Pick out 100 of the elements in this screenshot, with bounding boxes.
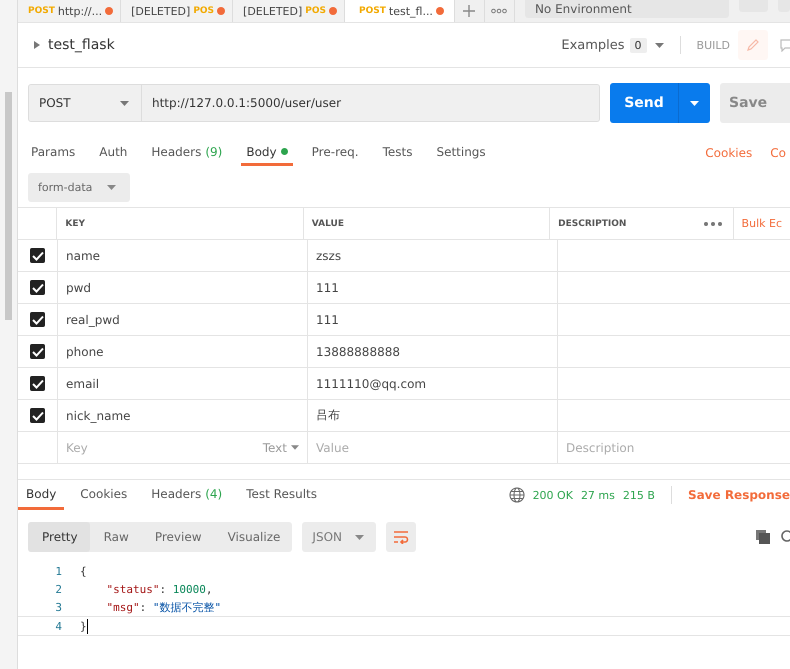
examples-label[interactable]: Examples [561, 38, 625, 52]
tab-title: [DELETED] [131, 4, 190, 18]
unsaved-dot-icon [329, 7, 338, 15]
more-icon[interactable] [704, 222, 722, 226]
wrap-button[interactable] [386, 522, 416, 552]
table-cell: 吕布 [308, 400, 558, 431]
line-number: 2 [54, 582, 63, 596]
count-label: (4) [205, 486, 222, 500]
line-number: 1 [54, 564, 63, 578]
pencil-icon [746, 38, 760, 52]
tab-label: Test Results [246, 486, 318, 500]
checkbox[interactable] [30, 376, 45, 391]
send-button[interactable]: Send [610, 83, 678, 123]
tab-title: test_fl... [388, 4, 433, 18]
examples-count: 0 [630, 38, 647, 52]
table-cell: 111 [308, 272, 558, 303]
method-label: POST [359, 6, 386, 16]
code-line: } [80, 618, 88, 634]
table-cell: 13888888888 [308, 336, 558, 367]
line-number: 4 [54, 620, 63, 632]
request-section-tab[interactable]: Tests [378, 140, 418, 166]
url-field[interactable]: http://127.0.0.1:5000/user/user [142, 84, 600, 122]
tab-label: Tests [382, 144, 412, 158]
expand-caret-icon[interactable] [34, 41, 40, 49]
tab-label: Body [26, 486, 56, 500]
table-cell: zszs [308, 240, 558, 271]
table-cell: pwd [58, 272, 308, 303]
caret-icon [355, 534, 364, 540]
request-tab[interactable]: POST test_fl... [345, 0, 455, 22]
count-label: (9) [205, 144, 222, 158]
more-icon [491, 8, 508, 14]
response-tab[interactable]: Test Results [238, 480, 326, 510]
response-size: 215 B [622, 488, 655, 502]
caret-icon [690, 100, 699, 106]
caret-icon [120, 100, 129, 106]
method-label: POS [305, 6, 326, 16]
request-section-tab[interactable]: Params [26, 140, 80, 166]
checkbox[interactable] [30, 248, 45, 263]
tab-label: Params [31, 144, 76, 158]
body-type-dropdown[interactable]: form-data [28, 173, 130, 202]
tab-label: Settings [436, 144, 486, 158]
column-header: VALUE [304, 208, 550, 239]
response-tab[interactable]: Cookies [72, 480, 136, 510]
checkbox[interactable] [30, 344, 45, 359]
copy-icon[interactable] [756, 530, 770, 544]
unsaved-dot-icon [217, 7, 226, 15]
view-mode-tab[interactable]: Raw [90, 522, 141, 552]
request-section-tab[interactable]: Headers (9) [146, 140, 228, 166]
unsaved-dot-icon [436, 7, 444, 15]
line-number: 3 [54, 600, 63, 614]
method-label: POST [28, 6, 55, 16]
column-header: DESCRIPTION [557, 218, 628, 230]
tab-label: Body [246, 144, 277, 158]
environment-dropdown[interactable]: No Environment [524, 0, 729, 18]
caret-icon[interactable] [291, 445, 299, 450]
response-tab[interactable]: Body [18, 480, 64, 510]
tab-label: Cookies [80, 486, 128, 500]
view-mode-tab[interactable]: Visualize [214, 522, 292, 552]
request-section-tab[interactable]: Settings [431, 140, 491, 166]
scrollbar-thumb[interactable] [5, 92, 12, 320]
tab-label: Headers [151, 486, 202, 500]
table-cell: name [58, 240, 308, 271]
tab-title: [DELETED] [243, 4, 302, 18]
caret-icon [107, 185, 116, 190]
view-mode-tab[interactable]: Preview [140, 522, 214, 552]
code-line: "msg": "数据不完整" [106, 600, 222, 614]
unsaved-dot-icon [105, 7, 114, 15]
checkbox[interactable] [30, 312, 45, 327]
plus-icon [462, 4, 476, 18]
code-line: "status": 10000, [106, 582, 212, 596]
caret-icon[interactable] [654, 42, 664, 48]
table-cell: email [58, 368, 308, 399]
table-cell: phone [58, 336, 308, 367]
request-section-tab[interactable]: Pre-req. [306, 140, 364, 166]
send-options-button[interactable] [678, 83, 710, 123]
request-section-tab[interactable]: Body [241, 140, 293, 166]
status-code: 200 OK [532, 488, 573, 502]
tab-label: Auth [99, 144, 128, 158]
response-time: 27 ms [580, 488, 615, 502]
request-name: test_flask [48, 37, 115, 53]
code-line: { [80, 564, 87, 578]
wrap-lines-icon [393, 530, 410, 544]
search-icon[interactable] [780, 530, 790, 544]
view-mode-tab[interactable]: Pretty [28, 522, 90, 552]
table-cell: 1111110@qq.com [308, 368, 558, 399]
table-cell: 111 [308, 304, 558, 335]
tab-label: Pre-req. [312, 144, 359, 158]
globe-icon[interactable] [508, 487, 525, 503]
request-section-tab[interactable]: Auth [94, 140, 132, 166]
checkbox[interactable] [30, 408, 45, 423]
format-dropdown[interactable]: JSON [302, 522, 376, 552]
table-cell: nick_name [58, 400, 308, 431]
tab-title: http://... [58, 4, 102, 18]
response-tab[interactable]: Headers (4) [143, 480, 230, 510]
column-header: KEY [57, 208, 304, 239]
method-label: POS [193, 6, 214, 16]
method-dropdown[interactable]: POST [28, 84, 142, 122]
table-cell: real_pwd [58, 304, 308, 335]
checkbox[interactable] [30, 280, 45, 295]
tab-label: Headers [151, 144, 202, 158]
